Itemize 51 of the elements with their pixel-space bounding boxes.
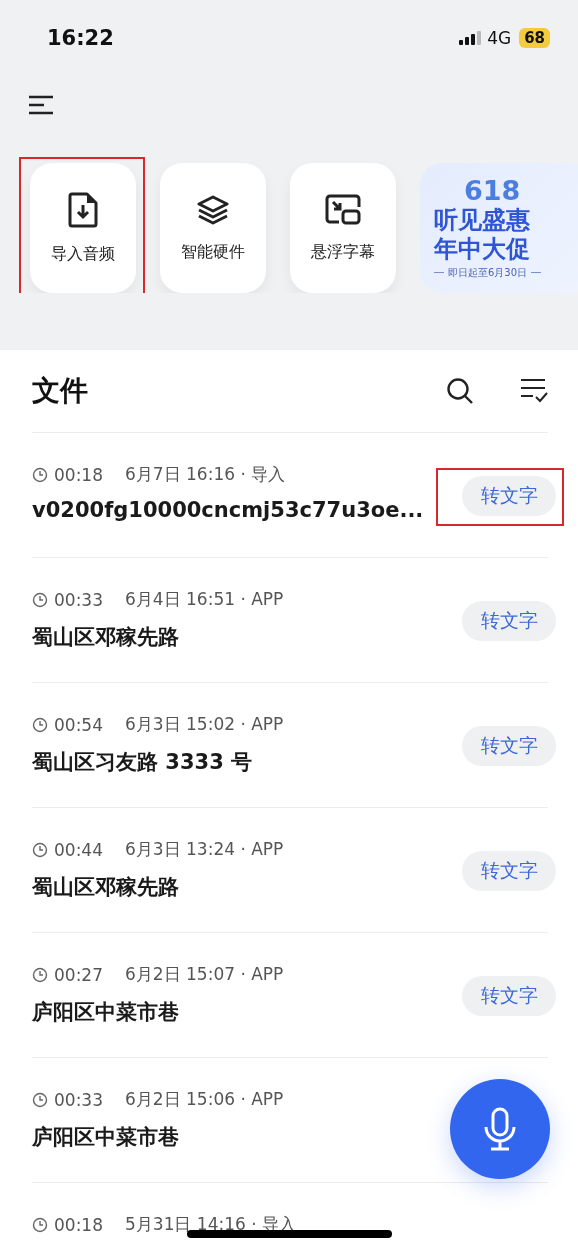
file-title: 蜀山区邓稼先路	[32, 874, 179, 901]
banner-headline: 年中大促	[434, 234, 530, 264]
shortcut-button[interactable]: 导入音频	[30, 163, 136, 293]
file-meta: 6月2日 15:07 · APP	[125, 963, 284, 986]
transcribe-button[interactable]: 转文字	[462, 726, 556, 766]
file-title: 庐阳区中菜市巷	[32, 999, 179, 1026]
file-title: 庐阳区中菜市巷	[32, 1124, 179, 1151]
file-download-icon	[68, 191, 98, 228]
microphone-icon	[483, 1107, 517, 1151]
file-duration: 00:54	[54, 714, 103, 735]
clock-icon	[32, 1216, 48, 1233]
list-check-icon[interactable]	[520, 378, 548, 404]
transcribe-button[interactable]: 转文字	[462, 601, 556, 641]
file-meta: 6月2日 15:06 · APP	[125, 1088, 284, 1111]
transcribe-button[interactable]: 转文字	[462, 476, 556, 516]
file-duration: 00:33	[54, 1089, 103, 1110]
clock-icon	[32, 1091, 48, 1108]
signal-icon	[459, 30, 482, 45]
clock-icon	[32, 591, 48, 608]
banner-note: 即日起至6月30日	[448, 265, 528, 280]
file-title: 蜀山区习友路 3333 号	[32, 749, 253, 776]
promo-banner[interactable]: 618 听见盛惠 年中大促 即日起至6月30日	[420, 163, 578, 293]
picture-in-picture-icon	[325, 193, 361, 226]
file-duration: 00:18	[54, 464, 103, 485]
layers-icon	[197, 193, 229, 226]
clock-icon	[32, 466, 48, 483]
file-duration: 00:44	[54, 839, 103, 860]
file-duration: 00:18	[54, 1214, 103, 1235]
file-meta: 6月3日 13:24 · APP	[125, 838, 284, 861]
file-title: v0200fg10000cncmj53c77u3oe...	[32, 498, 424, 522]
file-duration: 00:27	[54, 964, 103, 985]
banner-number: 618	[464, 176, 521, 207]
section-title: 文件	[32, 373, 89, 409]
transcribe-button[interactable]: 转文字	[462, 976, 556, 1016]
transcribe-button[interactable]: 转文字	[462, 851, 556, 891]
battery-level: 68	[519, 27, 550, 48]
clock-icon	[32, 716, 48, 733]
clock-icon	[32, 966, 48, 983]
menu-icon[interactable]	[28, 95, 54, 115]
banner-headline: 听见盛惠	[434, 206, 530, 235]
file-meta: 6月7日 16:16 · 导入	[125, 463, 286, 486]
file-meta: 6月3日 15:02 · APP	[125, 713, 284, 736]
shortcut-button[interactable]: 悬浮字幕	[290, 163, 396, 293]
network-label: 4G	[487, 27, 512, 48]
status-time: 16:22	[47, 25, 115, 50]
clock-icon	[32, 841, 48, 858]
search-icon[interactable]	[446, 377, 474, 405]
file-title: 蜀山区邓稼先路	[32, 624, 179, 651]
shortcut-button[interactable]: 智能硬件	[160, 163, 266, 293]
file-meta: 6月4日 16:51 · APP	[125, 588, 284, 611]
file-duration: 00:33	[54, 589, 103, 610]
